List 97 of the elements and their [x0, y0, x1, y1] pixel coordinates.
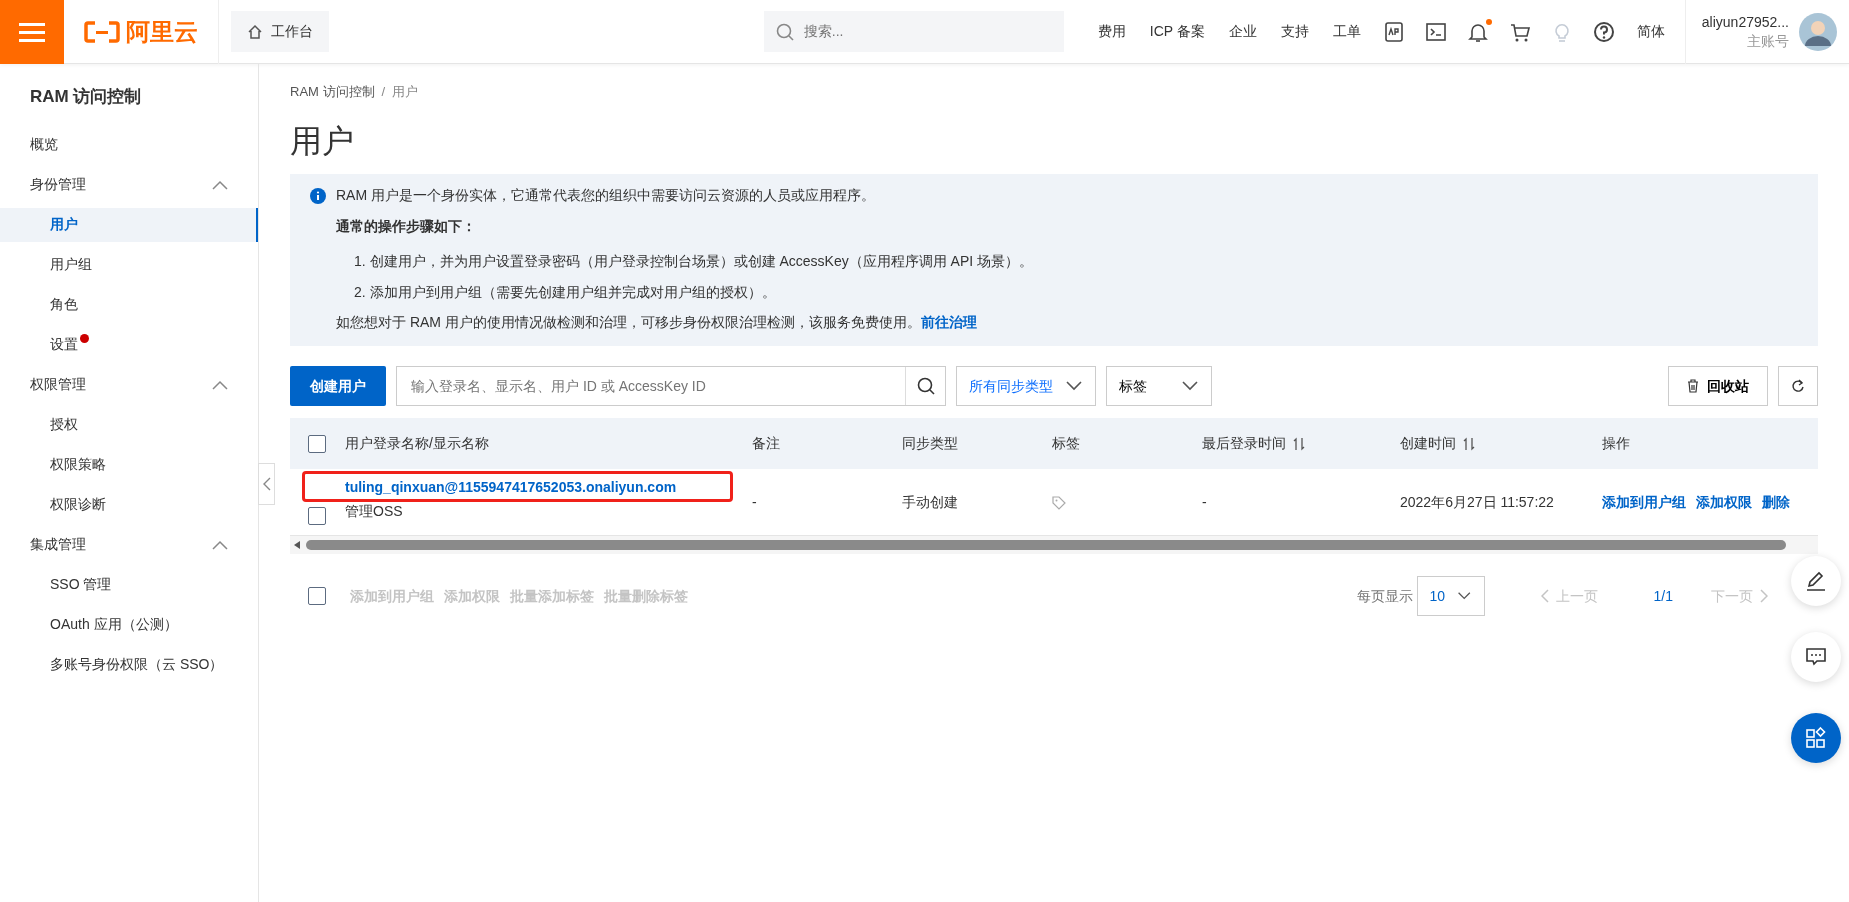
workbench-button[interactable]: 工作台 — [231, 11, 329, 52]
breadcrumb-current: 用户 — [392, 83, 419, 101]
nav-link[interactable]: 企业 — [1216, 21, 1269, 42]
table-cell-text: 手动创建 — [902, 492, 959, 512]
action-link[interactable]: 添加权限 — [1696, 491, 1752, 513]
menu-button[interactable] — [0, 0, 64, 64]
apps-icon — [1804, 726, 1828, 750]
account-name[interactable]: aliyun27952... — [1701, 13, 1789, 32]
horizontal-scrollbar[interactable] — [290, 536, 1818, 555]
sidebar-item[interactable]: SSO 管理 — [0, 567, 258, 602]
table-cell-text: 2022年6月27日 11:57:22 — [1400, 492, 1555, 512]
sidebar-title: RAM 访问控制 — [29, 86, 143, 108]
chevron-left-icon — [1540, 589, 1549, 604]
sidebar-item[interactable]: 用户 — [0, 207, 258, 242]
sort-icon[interactable] — [1293, 436, 1305, 451]
nav-link[interactable]: 支持 — [1268, 21, 1321, 42]
action-link[interactable]: 添加到用户组 — [1602, 491, 1686, 513]
tag-dropdown[interactable]: 标签 — [1106, 366, 1212, 407]
chevron-right-icon — [1760, 589, 1768, 604]
sidebar-item[interactable]: 角色 — [0, 287, 258, 322]
sidebar-item[interactable]: 授权 — [0, 407, 258, 442]
logo-text: 阿里云 — [126, 16, 198, 47]
pencil-icon — [1804, 569, 1828, 593]
chevron-down-icon — [1457, 591, 1472, 602]
sync-type-dropdown[interactable]: 所有同步类型 — [956, 366, 1096, 407]
sidebar-group[interactable]: 权限管理 — [0, 367, 258, 402]
sidebar-item[interactable]: OAuth 应用（公测） — [0, 607, 258, 642]
column-header: 用户登录名称/显示名称 — [345, 434, 489, 454]
display-name: 管理OSS — [345, 502, 404, 521]
chevron-down-icon — [1065, 381, 1083, 392]
notification-dot — [1485, 18, 1492, 25]
info-icon — [310, 187, 326, 204]
account-role: 主账号 — [1746, 31, 1789, 50]
chevron-left-icon — [262, 477, 271, 491]
feedback-button[interactable] — [1791, 632, 1841, 682]
page-title: 用户 — [290, 121, 355, 160]
nav-link[interactable]: ICP 备案 — [1137, 21, 1217, 42]
column-header: 标签 — [1052, 434, 1080, 454]
select-all-checkbox[interactable] — [308, 434, 326, 453]
sidebar-group[interactable]: 身份管理 — [0, 167, 258, 202]
scroll-left-icon[interactable] — [294, 541, 300, 550]
bulk-checkbox[interactable] — [308, 587, 326, 606]
nav-link[interactable]: 费用 — [1085, 21, 1138, 42]
avatar[interactable] — [1799, 12, 1837, 51]
info-text: RAM 用户是一个身份实体，它通常代表您的组织中需要访问云资源的人员或应用程序。 — [336, 185, 876, 205]
terminal-icon[interactable] — [1424, 20, 1447, 43]
search-icon[interactable] — [916, 377, 935, 396]
column-header[interactable]: 创建时间 — [1400, 433, 1456, 455]
sort-icon[interactable] — [1463, 436, 1475, 451]
table-cell-text: - — [752, 492, 758, 512]
sidebar-item[interactable]: 权限诊断 — [0, 487, 258, 522]
chevron-down-icon — [1181, 381, 1199, 392]
sidebar-item[interactable]: 权限策略 — [0, 447, 258, 482]
column-header: 同步类型 — [902, 434, 958, 454]
sidebar-item[interactable]: 用户组 — [0, 247, 258, 282]
language-link[interactable]: 简体 — [1624, 21, 1677, 42]
apps-button[interactable] — [1791, 713, 1841, 763]
chevron-up-icon — [212, 539, 228, 550]
recycle-bin-button[interactable]: 回收站 — [1668, 366, 1768, 407]
governance-link[interactable]: 前往治理 — [920, 314, 977, 331]
chevron-up-icon — [212, 379, 228, 390]
create-user-button[interactable]: 创建用户 — [290, 366, 386, 407]
collapse-handle[interactable] — [258, 463, 275, 505]
column-header: 操作 — [1602, 434, 1630, 454]
page-indicator: 1/1 — [1653, 586, 1673, 606]
menu-icon — [19, 21, 45, 42]
search-field[interactable]: 搜索... — [763, 11, 1064, 52]
sidebar-item[interactable]: 设置 — [0, 327, 258, 362]
steps-heading: 通常的操作步骤如下： — [336, 216, 477, 236]
sidebar-group[interactable]: 集成管理 — [0, 527, 258, 562]
edit-button[interactable] — [1791, 556, 1841, 606]
trash-icon — [1687, 379, 1699, 394]
search-input[interactable]: 搜索... — [801, 20, 1052, 43]
step-text: 1. 创建用户，并为用户设置登录密码（用户登录控制台场景）或创建 AccessKey（应用程序调用 API 场景）。 — [353, 251, 1034, 271]
chevron-up-icon — [212, 179, 228, 190]
nav-link[interactable]: 工单 — [1320, 21, 1373, 42]
column-header: 备注 — [752, 434, 780, 454]
logo-icon — [84, 20, 120, 43]
page-size-label: 每页显示 — [1357, 586, 1414, 606]
refresh-icon — [1791, 379, 1805, 394]
search-icon — [775, 22, 794, 41]
column-header[interactable]: 最后登录时间 — [1202, 433, 1286, 455]
action-link[interactable]: 删除 — [1762, 491, 1790, 513]
sidebar-item[interactable]: 概览 — [0, 127, 258, 162]
home-icon — [247, 23, 263, 40]
user-login-link[interactable]: tuling_qinxuan@1155947417652053.onaliyun.com — [345, 478, 742, 497]
app-icon[interactable] — [1382, 20, 1405, 43]
table-cell-text: - — [1202, 492, 1208, 512]
sidebar-item[interactable]: 多账号身份权限（云 SSO） — [0, 647, 258, 682]
breadcrumb-link[interactable]: RAM 访问控制 — [290, 82, 375, 102]
info-text: 如您想对于 RAM 用户的使用情况做检测和治理，可移步身份权限治理检测，该服务免费使用。前往治理 — [336, 313, 978, 333]
row-checkbox[interactable] — [308, 507, 326, 526]
help-icon[interactable] — [1592, 20, 1615, 43]
refresh-button[interactable] — [1778, 366, 1818, 407]
breadcrumb-separator: / — [381, 83, 386, 101]
step-text: 2. 添加用户到用户组（需要先创建用户组并完成对用户组的授权）。 — [353, 282, 777, 302]
page-size-dropdown[interactable]: 10 — [1416, 576, 1485, 617]
